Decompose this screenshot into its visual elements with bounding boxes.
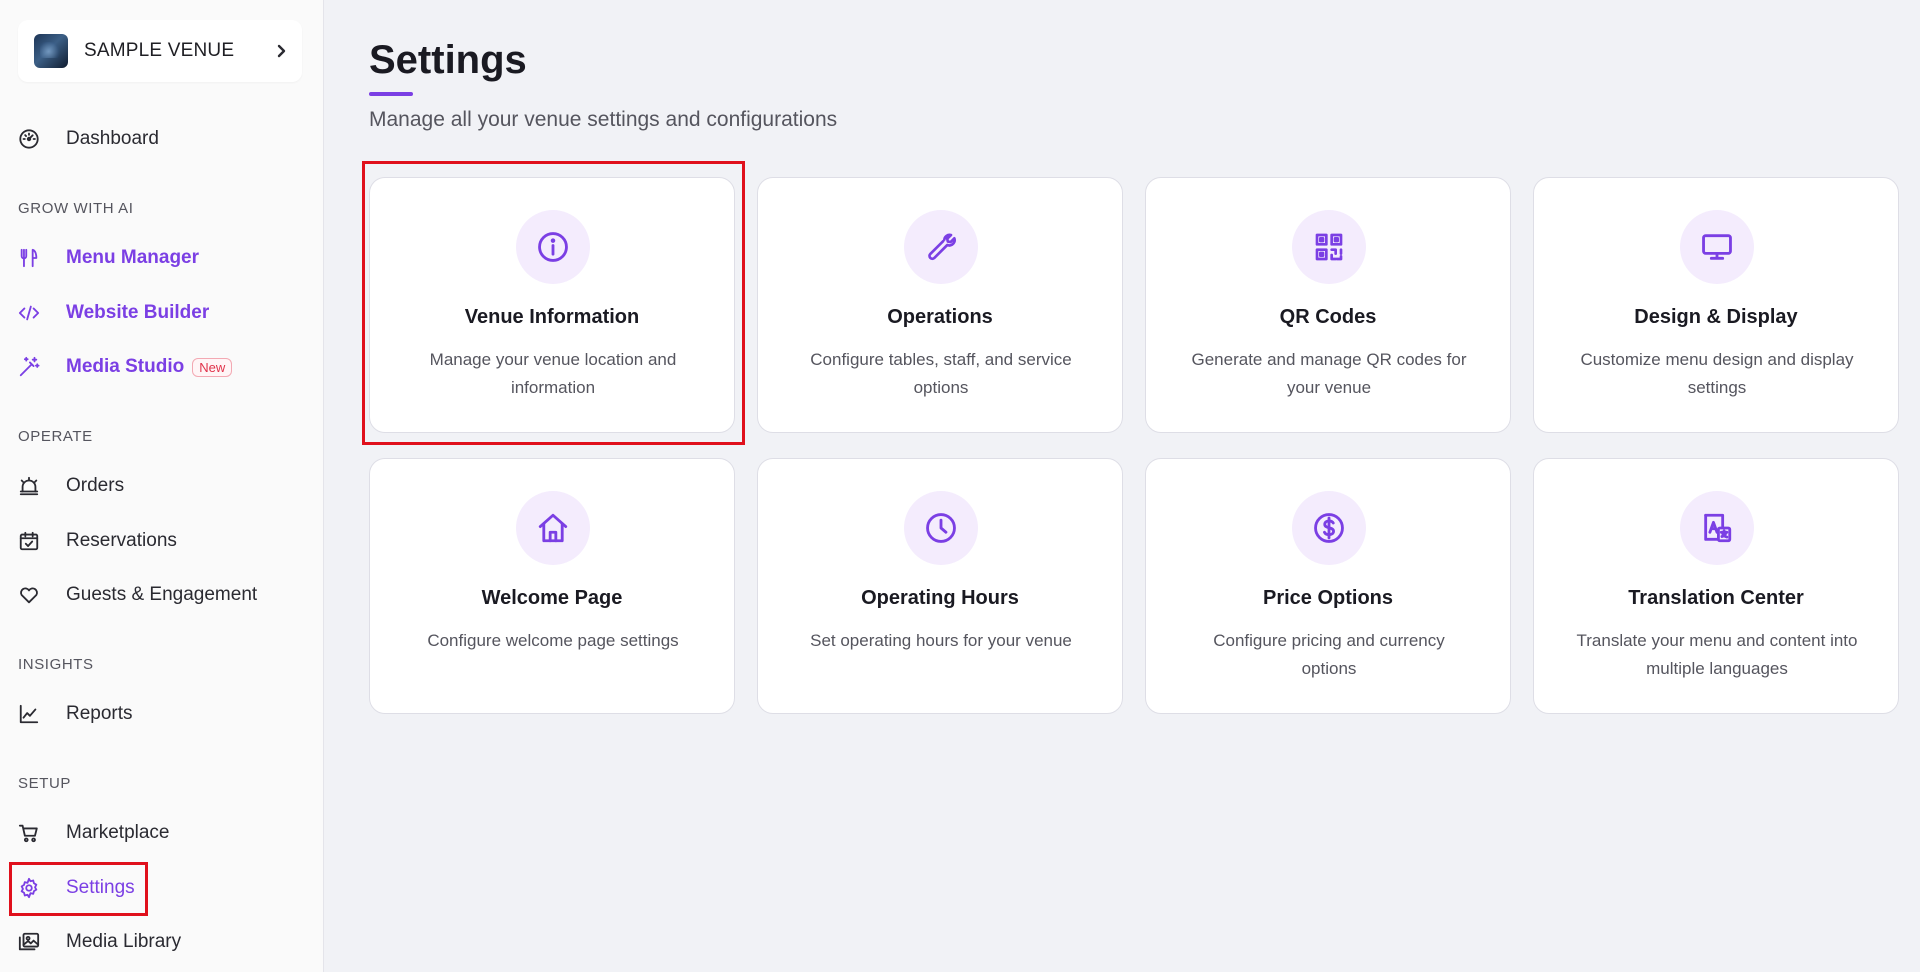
sidebar-item-menu-manager[interactable]: Menu Manager <box>18 238 199 278</box>
card-translation-center[interactable]: Translation Center Translate your menu a… <box>1533 458 1899 714</box>
translate-icon <box>1680 491 1754 565</box>
gauge-icon <box>18 128 40 150</box>
card-title: Venue Information <box>464 306 640 328</box>
heart-icon <box>18 584 40 606</box>
new-badge: New <box>192 357 233 377</box>
section-title-operate: OPERATE <box>18 428 93 445</box>
card-title: Design & Display <box>1634 306 1798 328</box>
card-welcome-page[interactable]: Welcome Page Configure welcome page sett… <box>369 458 735 714</box>
dollar-circle-icon <box>1292 491 1366 565</box>
clock-icon <box>904 491 978 565</box>
card-price-options[interactable]: Price Options Configure pricing and curr… <box>1145 458 1511 714</box>
sidebar-item-label: Orders <box>66 475 125 496</box>
section-title-grow: GROW WITH AI <box>18 200 134 217</box>
sidebar-item-guests-engagement[interactable]: Guests & Engagement <box>18 575 257 615</box>
card-description: Configure tables, staff, and service opt… <box>810 350 1072 397</box>
sidebar-item-label: Website Builder <box>66 302 210 323</box>
venue-logo <box>34 34 68 68</box>
sidebar: SAMPLE VENUE Dashboard GROW WITH AI Menu… <box>0 0 324 972</box>
sidebar-item-marketplace[interactable]: Marketplace <box>18 813 170 853</box>
code-icon <box>18 302 40 324</box>
card-description: Manage your venue location and informati… <box>429 350 677 397</box>
images-icon <box>18 931 40 953</box>
sidebar-item-label: Menu Manager <box>66 247 200 268</box>
card-title: Price Options <box>1262 587 1394 609</box>
venue-name: SAMPLE VENUE <box>84 40 235 61</box>
sidebar-item-label: Dashboard <box>66 128 159 149</box>
bell-icon <box>18 475 40 497</box>
monitor-icon <box>1680 210 1754 284</box>
sidebar-item-dashboard[interactable]: Dashboard <box>18 119 159 159</box>
sidebar-item-reservations[interactable]: Reservations <box>18 521 177 561</box>
card-title: Welcome Page <box>481 587 623 609</box>
section-title-insights: INSIGHTS <box>18 656 94 673</box>
card-operations[interactable]: Operations Configure tables, staff, and … <box>757 177 1123 433</box>
card-qr-codes[interactable]: QR Codes Generate and manage QR codes fo… <box>1145 177 1511 433</box>
calendar-check-icon <box>18 530 40 552</box>
chevron-right-icon <box>277 44 286 58</box>
cart-icon <box>18 822 40 844</box>
line-chart-icon <box>18 703 40 725</box>
main-content: Settings Manage all your venue settings … <box>325 0 1920 972</box>
card-title: Operating Hours <box>861 587 1019 609</box>
card-title: QR Codes <box>1279 306 1377 328</box>
card-description: Set operating hours for your venue <box>810 631 1072 650</box>
settings-highlight-box <box>9 862 148 916</box>
sidebar-item-orders[interactable]: Orders <box>18 466 124 506</box>
sidebar-item-label: Guests & Engagement <box>66 584 258 605</box>
sidebar-item-media-studio[interactable]: Media Studio New <box>18 347 233 387</box>
card-venue-information[interactable]: Venue Information Manage your venue loca… <box>369 177 735 433</box>
card-description: Configure welcome page settings <box>427 631 679 650</box>
page-subtitle: Manage all your venue settings and confi… <box>369 108 838 131</box>
sidebar-item-label: Reservations <box>66 530 177 551</box>
wrench-icon <box>904 210 978 284</box>
section-title-setup: SETUP <box>18 775 72 792</box>
venue-switcher[interactable]: SAMPLE VENUE <box>18 20 302 82</box>
sidebar-item-reports[interactable]: Reports <box>18 694 133 734</box>
title-underline <box>369 92 413 96</box>
sidebar-item-label: Reports <box>66 703 133 724</box>
card-description: Customize menu design and display settin… <box>1580 350 1854 397</box>
sidebar-item-website-builder[interactable]: Website Builder <box>18 293 209 333</box>
sidebar-item-label: Marketplace <box>66 822 170 843</box>
utensils-icon <box>18 247 40 269</box>
sidebar-item-media-library[interactable]: Media Library <box>18 922 181 962</box>
card-title: Operations <box>887 306 993 328</box>
qr-code-icon <box>1292 210 1366 284</box>
info-circle-icon <box>516 210 590 284</box>
sidebar-item-label: Media Library <box>66 931 182 952</box>
magic-wand-icon <box>18 356 40 378</box>
home-icon <box>516 491 590 565</box>
card-description: Generate and manage QR codes for your ve… <box>1191 350 1467 397</box>
card-design-display[interactable]: Design & Display Customize menu design a… <box>1533 177 1899 433</box>
sidebar-item-label: Media Studio <box>66 356 185 377</box>
card-operating-hours[interactable]: Operating Hours Set operating hours for … <box>757 458 1123 714</box>
page-title: Settings <box>369 38 527 82</box>
card-description: Configure pricing and currency options <box>1213 631 1445 678</box>
card-description: Translate your menu and content into mul… <box>1576 631 1858 678</box>
card-title: Translation Center <box>1628 587 1804 609</box>
